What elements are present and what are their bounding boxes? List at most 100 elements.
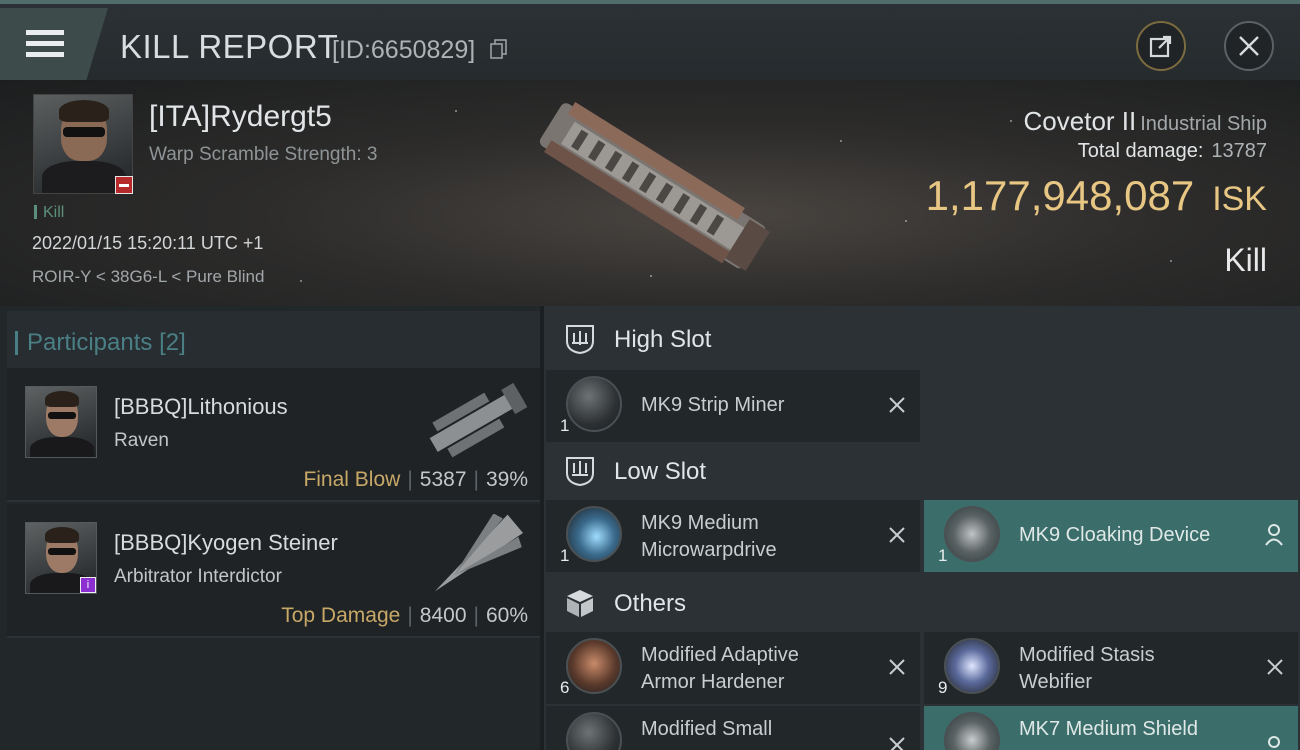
destroyed-x-icon xyxy=(1267,659,1283,675)
participant-percent: 60% xyxy=(485,604,528,627)
hamburger-menu-icon[interactable] xyxy=(26,30,64,62)
module-name: MK9 Medium Microwarpdrive xyxy=(641,510,777,564)
module-quantity: 1 xyxy=(938,546,948,565)
module-slot[interactable]: MK7 Medium Shield xyxy=(924,706,1298,750)
module-name-line2: Webifier xyxy=(1019,671,1092,693)
low-slot-section: Low Slot xyxy=(544,440,1300,502)
stasis-webifier-icon xyxy=(944,638,1000,694)
module-name: MK9 Cloaking Device xyxy=(1019,524,1211,546)
module-slot[interactable]: 9 Modified Stasis Webifier xyxy=(924,632,1298,704)
destroyed-x-icon xyxy=(889,659,905,675)
dropped-person-icon xyxy=(1268,736,1280,748)
module-name: Modified Adaptive Armor Hardener xyxy=(641,642,799,696)
module-name: Modified Small xyxy=(641,718,773,740)
module-slot[interactable]: 1 MK9 Strip Miner xyxy=(546,370,920,442)
module-slot[interactable]: Modified Small xyxy=(546,706,920,750)
participant-ship-image xyxy=(434,514,524,592)
module-slot[interactable]: 6 Modified Adaptive Armor Hardener xyxy=(546,632,920,704)
module-slot[interactable]: 1 MK9 Medium Microwarpdrive xyxy=(546,500,920,572)
others-section: Others xyxy=(544,572,1300,634)
isk-value: 1,177,948,087 ISK xyxy=(926,172,1267,220)
module-slot[interactable]: 1 MK9 Cloaking Device xyxy=(924,500,1298,572)
module-quantity: 1 xyxy=(560,416,570,435)
microwarpdrive-icon xyxy=(566,506,622,562)
menu-button[interactable] xyxy=(0,8,108,80)
high-slot-section: High Slot xyxy=(544,308,1300,370)
divider: | xyxy=(473,604,479,627)
participants-count: [2] xyxy=(159,329,186,356)
fitting-panel: High Slot 1 MK9 Strip Miner Low Slot 1 M… xyxy=(544,306,1300,750)
strip-miner-icon xyxy=(566,376,622,432)
participants-title: Participants [2] xyxy=(15,329,186,357)
isk-amount: 1,177,948,087 xyxy=(925,172,1195,219)
total-damage: Total damage: 13787 xyxy=(1078,140,1267,163)
title-bar: KILL REPORT [ID:6650829] xyxy=(0,0,1300,80)
participant-name: [BBBQ]Lithonious xyxy=(114,394,288,419)
victim-ship-image xyxy=(539,102,770,271)
participant-avatar[interactable] xyxy=(25,386,97,458)
victim-ship-name[interactable]: Covetor II Industrial Ship xyxy=(1024,106,1267,137)
participant-stats: Top Damage | 8400 | 60% xyxy=(281,604,528,628)
ship-class: Industrial Ship xyxy=(1140,113,1267,135)
module-quantity: 1 xyxy=(560,546,570,565)
participant-damage: 8400 xyxy=(419,604,467,627)
low-slot-title: Low Slot xyxy=(614,458,707,485)
destroyed-x-icon xyxy=(889,527,905,543)
participant-stats: Final Blow | 5387 | 39% xyxy=(303,468,528,492)
shield-extender-icon xyxy=(944,712,1000,750)
dropped-person-icon xyxy=(1265,524,1283,546)
page-title: KILL REPORT xyxy=(120,28,339,65)
final-blow-tag: Final Blow xyxy=(303,468,401,491)
participant-row[interactable]: i [BBBQ]Kyogen Steiner Arbitrator Interd… xyxy=(7,504,540,638)
isk-unit: ISK xyxy=(1212,180,1267,218)
warp-scramble-strength: Warp Scramble Strength: 3 xyxy=(149,144,378,165)
participant-damage: 5387 xyxy=(419,468,467,491)
participants-label: Participants xyxy=(27,329,153,356)
participant-ship-image xyxy=(429,382,528,458)
close-icon xyxy=(1239,36,1259,56)
module-name-line1: MK9 Medium xyxy=(641,512,759,534)
kill-datetime: 2022/01/15 15:20:11 UTC +1 xyxy=(32,233,264,253)
participant-avatar[interactable]: i xyxy=(25,522,97,594)
high-slot-title: High Slot xyxy=(614,326,712,353)
victim-name[interactable]: [ITA]Rydergt5 xyxy=(149,100,332,134)
total-damage-value: 13787 xyxy=(1211,140,1267,162)
divider: | xyxy=(407,468,413,491)
module-name-line1: Modified Adaptive xyxy=(641,644,799,666)
kill-report-id: [ID:6650829] xyxy=(332,36,476,64)
module-name-line1: Modified Stasis xyxy=(1019,644,1155,666)
divider: | xyxy=(407,604,413,627)
ship-type: Covetor II xyxy=(1023,106,1137,136)
cube-icon xyxy=(567,590,593,617)
info-badge-icon: i xyxy=(80,577,96,593)
kill-tag: Kill xyxy=(34,204,64,222)
participant-ship: Arbitrator Interdictor xyxy=(114,566,282,587)
module-name: Modified Stasis Webifier xyxy=(1019,642,1155,696)
kill-location: ROIR-Y < 38G6-L < Pure Blind xyxy=(32,267,265,286)
armor-hardener-icon xyxy=(566,638,622,694)
divider: | xyxy=(473,468,479,491)
participant-row[interactable]: [BBBQ]Lithonious Raven Final Blow | 5387 | 3… xyxy=(7,368,540,502)
total-damage-label: Total damage: xyxy=(1077,140,1204,162)
victim-summary: [ITA]Rydergt5 Warp Scramble Strength: 3 … xyxy=(0,80,1300,306)
share-button[interactable] xyxy=(1136,21,1186,71)
destroyed-x-icon xyxy=(889,737,905,750)
high-slot-icon xyxy=(566,325,594,355)
participant-name: [BBBQ]Kyogen Steiner xyxy=(114,530,338,555)
close-button[interactable] xyxy=(1224,21,1274,71)
module-name: MK9 Strip Miner xyxy=(641,394,785,416)
share-icon xyxy=(1149,35,1172,58)
participants-header: Participants [2] xyxy=(7,311,540,371)
module-icon xyxy=(566,712,622,750)
kill-result: Kill xyxy=(1224,242,1267,278)
participants-panel: Participants [2] [BBBQ]Lithonious Raven … xyxy=(0,306,540,750)
module-name: MK7 Medium Shield xyxy=(1019,718,1198,740)
copy-icon[interactable] xyxy=(490,39,508,59)
destroyed-x-icon xyxy=(889,397,905,413)
module-quantity: 6 xyxy=(560,678,570,697)
module-name-line2: Armor Hardener xyxy=(641,671,785,693)
participant-ship: Raven xyxy=(114,430,169,451)
low-slot-icon xyxy=(566,457,594,487)
corp-badge-icon xyxy=(115,176,133,194)
participant-percent: 39% xyxy=(485,468,528,491)
